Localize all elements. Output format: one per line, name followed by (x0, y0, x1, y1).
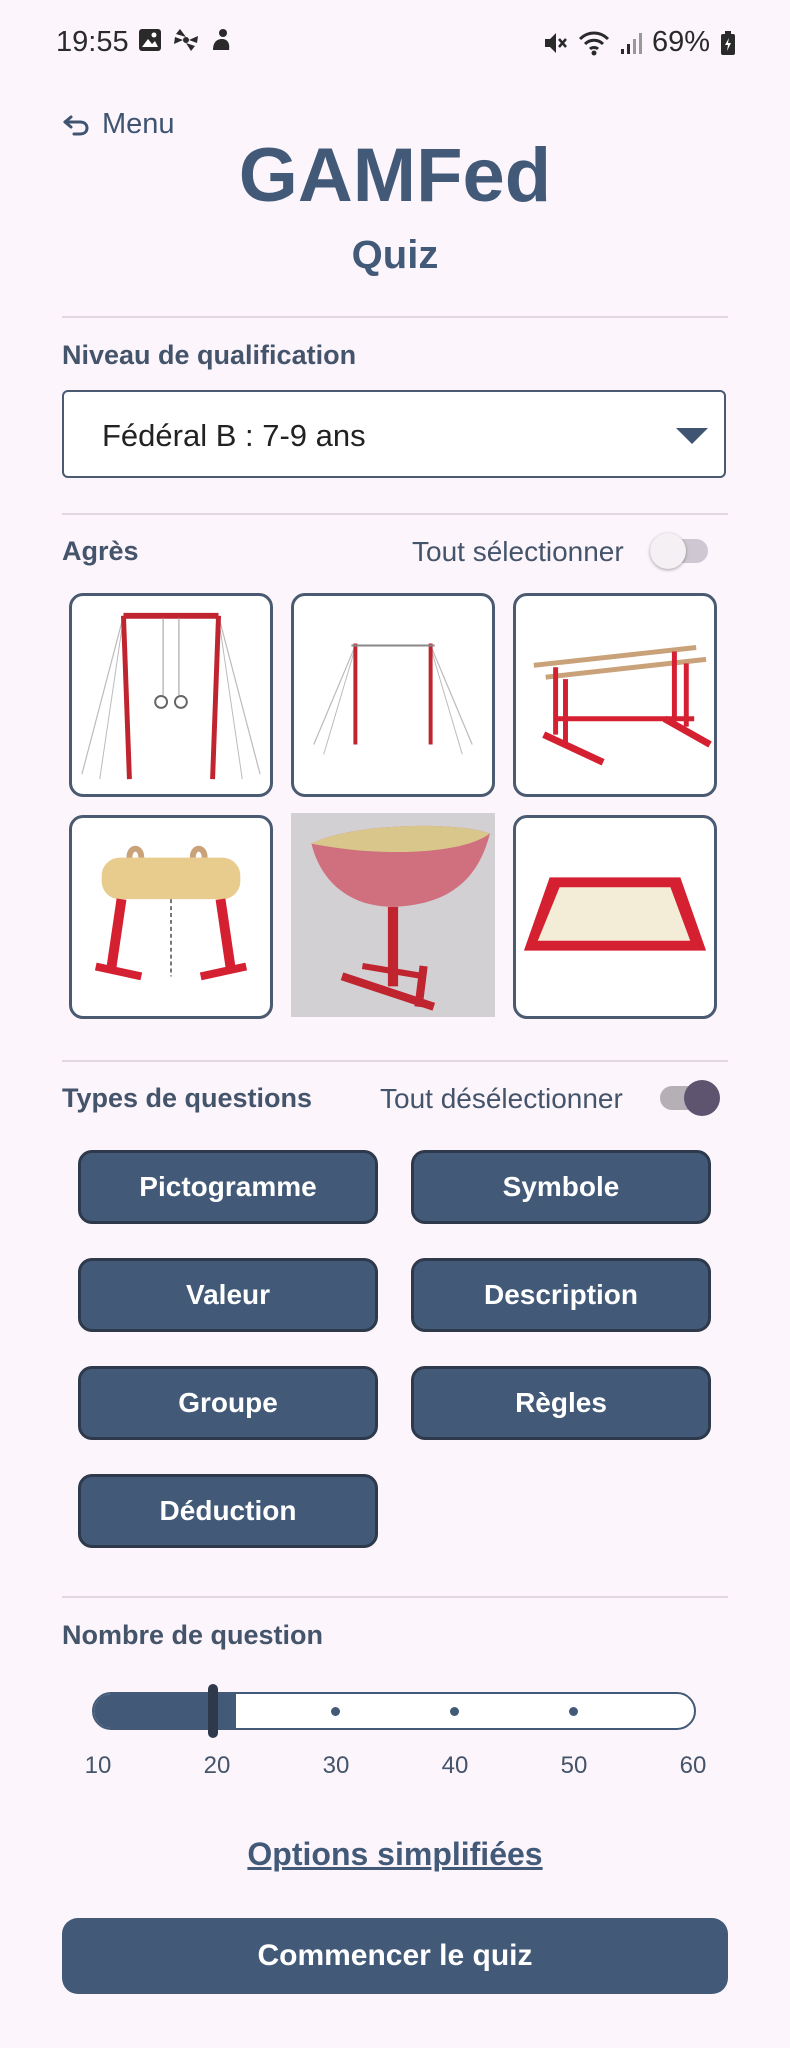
question-type-pictogramme-button[interactable]: Pictogramme (78, 1150, 378, 1224)
page-subtitle: Quiz (351, 233, 439, 277)
toggle-knob (684, 1080, 720, 1116)
slider-tick-label: 60 (679, 1752, 707, 1779)
select-all-toggle[interactable] (650, 533, 708, 569)
app-title: GAMFed (238, 133, 552, 218)
divider (62, 1060, 728, 1062)
battery-icon (721, 30, 735, 55)
qualification-select[interactable]: Fédéral B : 7-9 ans (62, 390, 726, 478)
gallery-icon (139, 29, 161, 51)
slider-tick-label: 20 (203, 1752, 231, 1779)
apparatus-high-bar[interactable] (291, 593, 495, 797)
slider-step-dot (569, 1707, 578, 1716)
high-bar-icon (313, 643, 473, 755)
wifi-icon (578, 31, 610, 55)
qualification-label: Niveau de qualification (62, 340, 357, 370)
apparatus-vault[interactable] (291, 813, 495, 1017)
question-type-description-button[interactable]: Description (411, 1258, 711, 1332)
status-right: 69% (542, 26, 736, 59)
pommel-horse-icon (94, 845, 248, 981)
chevron-down-icon (676, 428, 708, 444)
apparatus-label: Agrès (62, 536, 139, 566)
status-bar: 19:55 69% (0, 0, 790, 88)
person-icon (213, 29, 230, 50)
question-type-deduction-button[interactable]: Déduction (78, 1474, 378, 1548)
question-type-regles-button[interactable]: Règles (411, 1366, 711, 1440)
question-type-valeur-button[interactable]: Valeur (78, 1258, 378, 1332)
slider-tick-label: 30 (322, 1752, 350, 1779)
simplified-options-link[interactable]: Options simplifiées (0, 1836, 790, 1873)
divider (62, 1596, 728, 1598)
toggle-knob (650, 533, 686, 569)
apparatus-parallel-bars[interactable] (513, 593, 717, 797)
slider-step-dot (450, 1707, 459, 1716)
apparatus-rings[interactable] (69, 593, 273, 797)
parallel-bars-icon (533, 645, 712, 766)
rings-icon (81, 612, 261, 780)
status-time: 19:55 (56, 26, 129, 58)
apparatus-pommel-horse[interactable] (69, 815, 273, 1019)
start-quiz-button[interactable]: Commencer le quiz (62, 1918, 728, 1994)
slider-tick-label: 10 (84, 1752, 112, 1779)
floor-icon (523, 877, 707, 951)
deselect-all-toggle[interactable] (660, 1080, 720, 1116)
status-icons-left (138, 28, 232, 52)
apparatus-floor[interactable] (513, 815, 717, 1019)
slider-tick-label: 50 (560, 1752, 588, 1779)
battery-percent: 69% (651, 26, 710, 58)
question-types-label: Types de questions (62, 1083, 313, 1113)
question-count-label: Nombre de question (62, 1620, 324, 1650)
vault-icon (291, 813, 495, 1017)
deselect-all-label: Tout désélectionner (380, 1083, 623, 1114)
slider-tick-label: 40 (441, 1752, 469, 1779)
divider (62, 513, 728, 515)
slider-thumb[interactable] (208, 1684, 218, 1738)
qualification-selected-value: Fédéral B : 7-9 ans (102, 418, 366, 453)
slider-step-dot (331, 1707, 340, 1716)
mute-icon (544, 32, 567, 53)
pinwheel-icon (174, 29, 198, 51)
question-count-slider[interactable] (92, 1692, 696, 1730)
signal-icon (620, 32, 642, 54)
question-type-symbole-button[interactable]: Symbole (411, 1150, 711, 1224)
question-type-groupe-button[interactable]: Groupe (78, 1366, 378, 1440)
divider (62, 316, 728, 318)
select-all-label: Tout sélectionner (412, 536, 624, 567)
